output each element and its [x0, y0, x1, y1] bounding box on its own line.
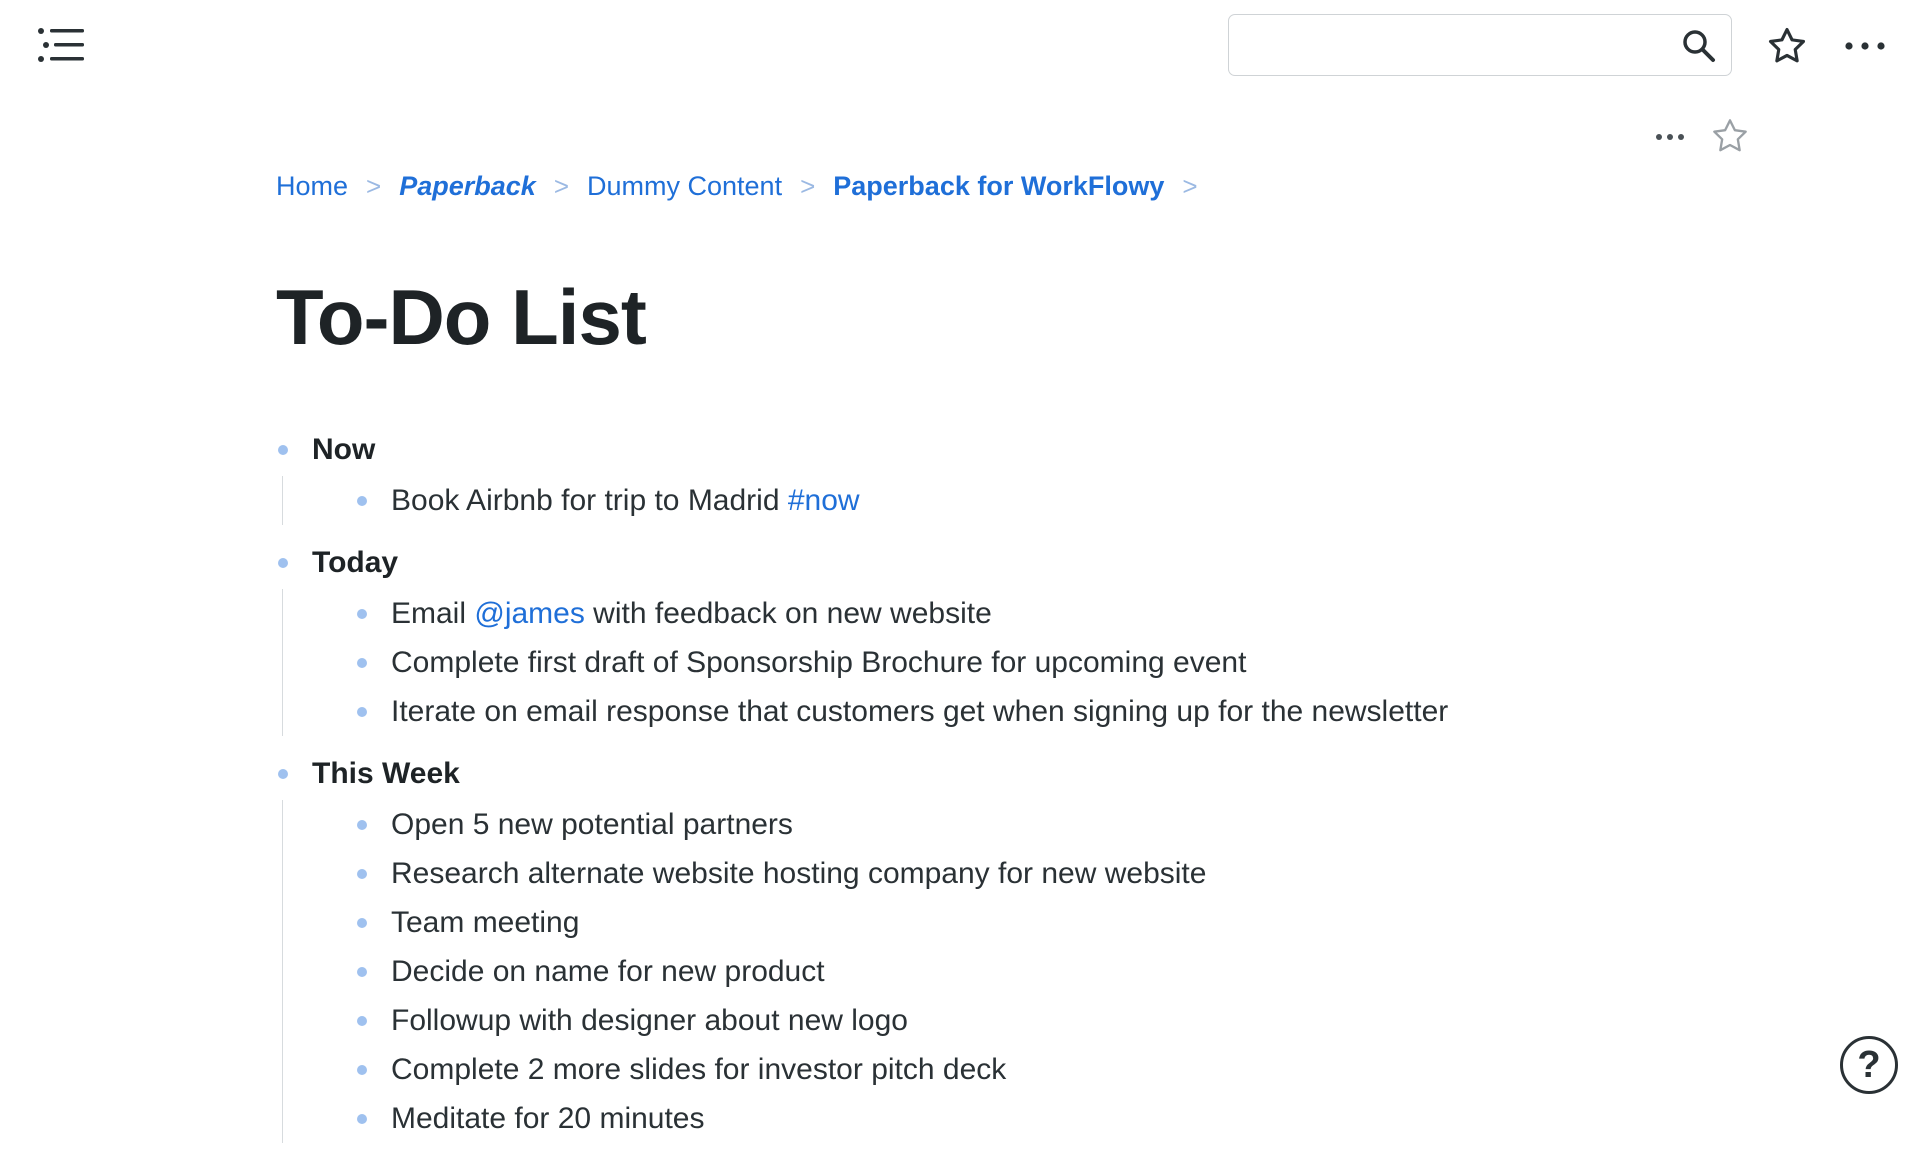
outline-item-text[interactable]: Research alternate website hosting compa…: [391, 857, 1206, 891]
bullet-icon[interactable]: [357, 657, 367, 668]
top-bar: [0, 0, 1920, 96]
page-more-options-icon[interactable]: [1654, 124, 1686, 150]
search-icon[interactable]: [1681, 28, 1717, 64]
outline-item-text[interactable]: Open 5 new potential partners: [391, 808, 793, 842]
outline-item[interactable]: Email @james with feedback on new websit…: [283, 589, 1770, 638]
outline-group-today: Today Email @james with feedback on new …: [270, 537, 1770, 736]
outline-item[interactable]: Team meeting: [283, 898, 1770, 947]
outline-group-this-week: This Week Open 5 new potential partners …: [270, 748, 1770, 1143]
outline-item-text[interactable]: Meditate for 20 minutes: [391, 1102, 705, 1136]
outline-item[interactable]: Followup with designer about new logo: [283, 996, 1770, 1045]
mention-link[interactable]: @james: [474, 597, 584, 630]
outline-item[interactable]: Decide on name for new product: [283, 947, 1770, 996]
outline-item[interactable]: Meditate for 20 minutes: [283, 1094, 1770, 1143]
outline-item-text[interactable]: Iterate on email response that customers…: [391, 695, 1448, 729]
outline-item-text[interactable]: Followup with designer about new logo: [391, 1004, 908, 1038]
bullet-icon[interactable]: [357, 966, 367, 977]
outline-children: Open 5 new potential partners Research a…: [282, 800, 1770, 1143]
outline-item-text[interactable]: Email @james with feedback on new websit…: [391, 597, 992, 631]
outline-item[interactable]: This Week: [270, 748, 1770, 800]
help-button[interactable]: ?: [1840, 1036, 1898, 1094]
bullet-icon[interactable]: [357, 1015, 367, 1026]
search-input[interactable]: [1245, 25, 1649, 67]
bullet-icon[interactable]: [357, 1064, 367, 1075]
breadcrumb: Home > Paperback > Dummy Content > Paper…: [276, 166, 1216, 206]
more-options-icon[interactable]: [1842, 28, 1888, 64]
outline-children: Email @james with feedback on new websit…: [282, 589, 1770, 736]
outline-item[interactable]: Iterate on email response that customers…: [283, 687, 1770, 736]
bullet-icon[interactable]: [357, 608, 367, 619]
outline-item-title[interactable]: Today: [312, 546, 398, 580]
bullet-icon[interactable]: [278, 445, 288, 455]
breadcrumb-separator: >: [366, 170, 382, 201]
outline-item[interactable]: Complete first draft of Sponsorship Broc…: [283, 638, 1770, 687]
outline-item[interactable]: Research alternate website hosting compa…: [283, 849, 1770, 898]
breadcrumb-separator: >: [553, 170, 569, 201]
outline-item[interactable]: Today: [270, 537, 1770, 589]
outline-item[interactable]: Open 5 new potential partners: [283, 800, 1770, 849]
star-icon[interactable]: [1766, 25, 1808, 67]
outline-item-title[interactable]: Now: [312, 433, 375, 467]
bullet-icon[interactable]: [278, 558, 288, 568]
bullet-icon[interactable]: [278, 769, 288, 779]
outline-children: Book Airbnb for trip to Madrid #now: [282, 476, 1770, 525]
outline: Now Book Airbnb for trip to Madrid #now …: [270, 424, 1770, 1155]
bullet-icon[interactable]: [357, 1113, 367, 1124]
page-star-icon[interactable]: [1710, 116, 1750, 156]
page-title[interactable]: To-Do List: [276, 272, 647, 363]
outline-item[interactable]: Book Airbnb for trip to Madrid #now: [283, 476, 1770, 525]
outline-item-text-before: Book Airbnb for trip to Madrid: [391, 483, 788, 517]
search-box: [1228, 14, 1732, 76]
outline-item-text-before: Email: [391, 596, 475, 630]
breadcrumb-paperback[interactable]: Paperback: [399, 171, 536, 202]
bullet-icon[interactable]: [357, 917, 367, 928]
bullet-icon[interactable]: [357, 819, 367, 830]
outline-item[interactable]: Now: [270, 424, 1770, 476]
outline-item-text-after: with feedback on new website: [584, 596, 992, 630]
breadcrumb-paperback-for-workflowy[interactable]: Paperback for WorkFlowy: [833, 171, 1164, 202]
outline-group-now: Now Book Airbnb for trip to Madrid #now: [270, 424, 1770, 525]
outline-item[interactable]: Complete 2 more slides for investor pitc…: [283, 1045, 1770, 1094]
outline-item-text[interactable]: Complete 2 more slides for investor pitc…: [391, 1053, 1006, 1087]
breadcrumb-dummy-content[interactable]: Dummy Content: [587, 171, 782, 202]
bullet-icon[interactable]: [357, 706, 367, 717]
breadcrumb-separator: >: [800, 170, 816, 201]
outline-item-text[interactable]: Decide on name for new product: [391, 955, 825, 989]
breadcrumb-home[interactable]: Home: [276, 171, 348, 202]
bullet-icon[interactable]: [357, 868, 367, 879]
outline-item-title[interactable]: This Week: [312, 757, 460, 791]
outline-item-text[interactable]: Complete first draft of Sponsorship Broc…: [391, 646, 1246, 680]
hashtag-link[interactable]: #now: [788, 484, 860, 517]
bullet-icon[interactable]: [357, 495, 367, 506]
outline-item-text[interactable]: Team meeting: [391, 906, 579, 940]
breadcrumb-separator: >: [1182, 170, 1198, 201]
outline-item-text[interactable]: Book Airbnb for trip to Madrid #now: [391, 484, 860, 518]
sidebar-toggle-list-icon[interactable]: [36, 25, 88, 69]
